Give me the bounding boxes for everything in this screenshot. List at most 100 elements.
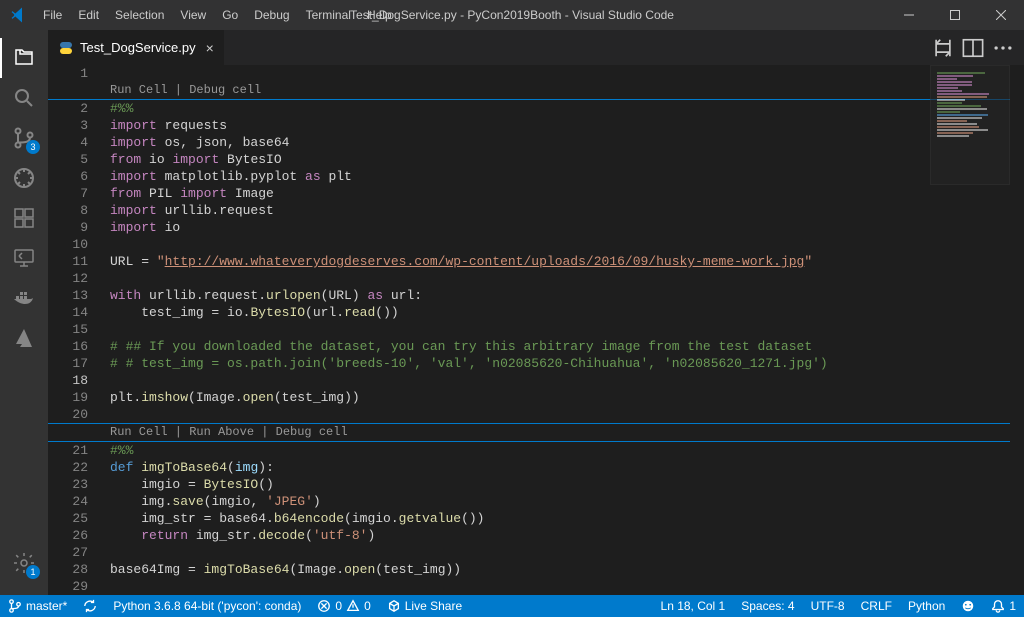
codelens[interactable]: Run Cell | Debug cell xyxy=(48,82,1024,99)
tab-close-icon[interactable]: × xyxy=(206,40,214,56)
menu-edit[interactable]: Edit xyxy=(70,0,107,30)
docker[interactable] xyxy=(0,278,48,318)
line-number: 7 xyxy=(48,185,110,202)
code-line[interactable]: 12 xyxy=(48,270,1024,287)
extensions[interactable] xyxy=(0,198,48,238)
code-line[interactable]: 24 img.save(imgio, 'JPEG') xyxy=(48,493,1024,510)
line-content[interactable]: def imgToBase64(img): xyxy=(110,459,1024,476)
status-language[interactable]: Python xyxy=(900,595,953,617)
more-actions-icon[interactable] xyxy=(992,37,1014,59)
line-number: 29 xyxy=(48,578,110,595)
status-problems[interactable]: 0 0 xyxy=(309,595,378,617)
code-line[interactable]: 21#%% xyxy=(48,441,1024,459)
maximize-button[interactable] xyxy=(932,0,978,30)
settings-gear[interactable]: 1 xyxy=(0,543,48,583)
editor-scrollbar[interactable] xyxy=(1010,65,1024,595)
code-line[interactable]: 28base64Img = imgToBase64(Image.open(tes… xyxy=(48,561,1024,578)
line-content[interactable]: import matplotlib.pyplot as plt xyxy=(110,168,1024,185)
line-content[interactable]: import urllib.request xyxy=(110,202,1024,219)
line-content[interactable]: # # test_img = os.path.join('breeds-10',… xyxy=(110,355,1024,372)
line-content[interactable]: imgio = BytesIO() xyxy=(110,476,1024,493)
code-line[interactable]: 7from PIL import Image xyxy=(48,185,1024,202)
diff-icon[interactable] xyxy=(932,37,954,59)
line-number: 25 xyxy=(48,510,110,527)
status-git-branch[interactable]: master* xyxy=(0,595,75,617)
minimize-button[interactable] xyxy=(886,0,932,30)
azure[interactable] xyxy=(0,318,48,358)
search[interactable] xyxy=(0,78,48,118)
menu-go[interactable]: Go xyxy=(214,0,246,30)
status-encoding[interactable]: UTF-8 xyxy=(803,595,853,617)
line-content[interactable]: img_str = base64.b64encode(imgio.getvalu… xyxy=(110,510,1024,527)
code-line[interactable]: 5from io import BytesIO xyxy=(48,151,1024,168)
remote-explorer[interactable] xyxy=(0,238,48,278)
minimap[interactable] xyxy=(930,65,1010,185)
code-editor[interactable]: 1Run Cell | Debug cell2#%%3import reques… xyxy=(48,65,1024,595)
activity-bar: 31 xyxy=(0,30,48,595)
line-content[interactable]: import requests xyxy=(110,117,1024,134)
code-line[interactable]: 13with urllib.request.urlopen(URL) as ur… xyxy=(48,287,1024,304)
code-line[interactable]: 2#%% xyxy=(48,99,1024,117)
code-line[interactable]: 19plt.imshow(Image.open(test_img)) xyxy=(48,389,1024,406)
close-button[interactable] xyxy=(978,0,1024,30)
line-content[interactable]: import os, json, base64 xyxy=(110,134,1024,151)
code-line[interactable]: 14 test_img = io.BytesIO(url.read()) xyxy=(48,304,1024,321)
status-bar: master* Python 3.6.8 64-bit ('pycon': co… xyxy=(0,595,1024,617)
line-content[interactable]: #%% xyxy=(110,442,1024,459)
badge: 1 xyxy=(26,565,40,579)
line-number: 13 xyxy=(48,287,110,304)
status-indentation[interactable]: Spaces: 4 xyxy=(733,595,802,617)
line-content[interactable]: # ## If you downloaded the dataset, you … xyxy=(110,338,1024,355)
status-python-env[interactable]: Python 3.6.8 64-bit ('pycon': conda) xyxy=(105,595,309,617)
code-line[interactable]: 25 img_str = base64.b64encode(imgio.getv… xyxy=(48,510,1024,527)
code-line[interactable]: 9import io xyxy=(48,219,1024,236)
line-number: 23 xyxy=(48,476,110,493)
line-content[interactable]: return img_str.decode('utf-8') xyxy=(110,527,1024,544)
line-content[interactable]: with urllib.request.urlopen(URL) as url: xyxy=(110,287,1024,304)
code-line[interactable]: 6import matplotlib.pyplot as plt xyxy=(48,168,1024,185)
code-line[interactable]: 4import os, json, base64 xyxy=(48,134,1024,151)
explorer[interactable] xyxy=(0,38,48,78)
debug[interactable] xyxy=(0,158,48,198)
code-line[interactable]: 16# ## If you downloaded the dataset, yo… xyxy=(48,338,1024,355)
line-content[interactable]: test_img = io.BytesIO(url.read()) xyxy=(110,304,1024,321)
code-line[interactable]: 22def imgToBase64(img): xyxy=(48,459,1024,476)
code-line[interactable]: 17# # test_img = os.path.join('breeds-10… xyxy=(48,355,1024,372)
line-content[interactable]: from io import BytesIO xyxy=(110,151,1024,168)
code-line[interactable]: 3import requests xyxy=(48,117,1024,134)
status-cursor-position[interactable]: Ln 18, Col 1 xyxy=(653,595,734,617)
line-content[interactable]: URL = "http://www.whateverydogdeserves.c… xyxy=(110,253,1024,270)
line-content[interactable]: #%% xyxy=(110,100,1024,117)
status-notifications[interactable]: 1 xyxy=(983,595,1024,617)
code-line[interactable]: 27 xyxy=(48,544,1024,561)
status-live-share[interactable]: Live Share xyxy=(379,595,470,617)
code-line[interactable]: 18 xyxy=(48,372,1024,389)
menu-selection[interactable]: Selection xyxy=(107,0,172,30)
code-line[interactable]: 29 xyxy=(48,578,1024,595)
line-content[interactable]: from PIL import Image xyxy=(110,185,1024,202)
status-eol[interactable]: CRLF xyxy=(853,595,900,617)
status-sync[interactable] xyxy=(75,595,105,617)
menu-debug[interactable]: Debug xyxy=(246,0,297,30)
line-content[interactable]: import io xyxy=(110,219,1024,236)
menu-view[interactable]: View xyxy=(172,0,214,30)
code-line[interactable]: 8import urllib.request xyxy=(48,202,1024,219)
code-line[interactable]: 10 xyxy=(48,236,1024,253)
code-line[interactable]: 1 xyxy=(48,65,1024,82)
menu-file[interactable]: File xyxy=(35,0,70,30)
code-line[interactable]: 23 imgio = BytesIO() xyxy=(48,476,1024,493)
split-editor-icon[interactable] xyxy=(962,37,984,59)
code-line[interactable]: 20 xyxy=(48,406,1024,423)
status-feedback-icon[interactable] xyxy=(953,595,983,617)
codelens[interactable]: Run Cell | Run Above | Debug cell xyxy=(48,423,1024,441)
code-line[interactable]: 11URL = "http://www.whateverydogdeserves… xyxy=(48,253,1024,270)
line-content[interactable]: img.save(imgio, 'JPEG') xyxy=(110,493,1024,510)
line-content[interactable]: base64Img = imgToBase64(Image.open(test_… xyxy=(110,561,1024,578)
source-control[interactable]: 3 xyxy=(0,118,48,158)
line-number: 28 xyxy=(48,561,110,578)
code-line[interactable]: 26 return img_str.decode('utf-8') xyxy=(48,527,1024,544)
line-content[interactable]: plt.imshow(Image.open(test_img)) xyxy=(110,389,1024,406)
line-number: 27 xyxy=(48,544,110,561)
code-line[interactable]: 15 xyxy=(48,321,1024,338)
tab-test-dogservice[interactable]: Test_DogService.py × xyxy=(48,30,225,65)
